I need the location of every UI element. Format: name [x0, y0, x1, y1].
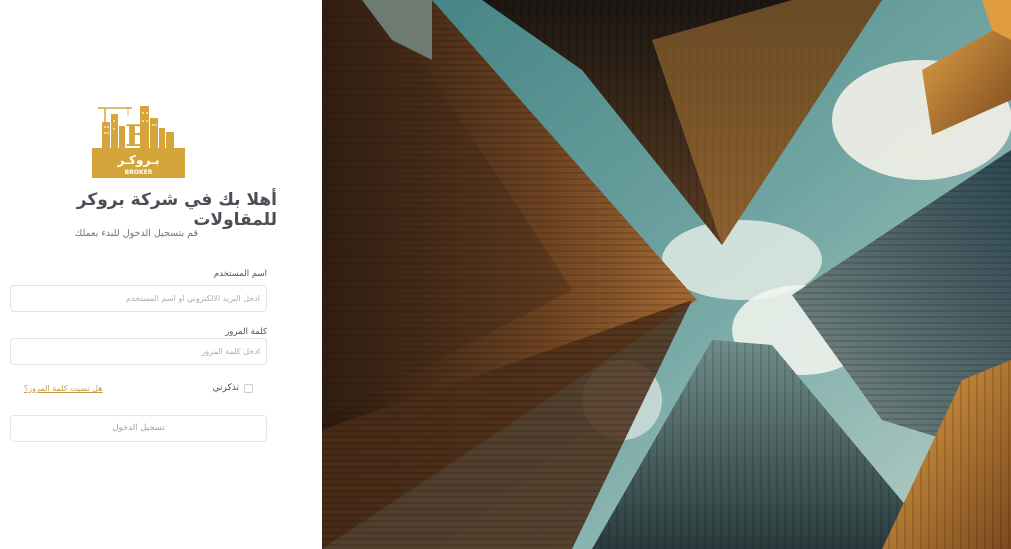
broker-logo: B بـروكـر BROKER [92, 102, 185, 178]
password-label: كلمة المرور [225, 327, 267, 337]
username-label: اسم المستخدم [213, 269, 267, 279]
remember-label: تذكرني [212, 383, 240, 393]
login-button[interactable]: تسجيل الدخول [10, 415, 267, 442]
remember-checkbox[interactable] [244, 383, 253, 393]
username-input[interactable] [10, 285, 267, 312]
remember-me[interactable]: تذكرني [212, 383, 253, 393]
skyscrapers-image [322, 0, 1011, 549]
password-input[interactable] [10, 338, 267, 365]
skyscrapers-photo [322, 0, 1011, 549]
broker-logo-graphic: B بـروكـر BROKER [92, 106, 185, 178]
logo-english-text: BROKER [125, 169, 153, 176]
login-panel: B بـروكـر BROKER أهلا بك في شركة بروكر ل… [0, 0, 322, 549]
welcome-title: أهلا بك في شركة بروكر للمقاولات [76, 190, 277, 230]
login-page: B بـروكـر BROKER أهلا بك في شركة بروكر ل… [0, 0, 1011, 549]
welcome-subtitle: قم بتسجيل الدخول للبدء بعملك [74, 228, 198, 239]
forgot-password-link[interactable]: هل نسيت كلمة المرور؟ [24, 384, 103, 393]
logo-arabic-text: بـروكـر [116, 153, 159, 168]
